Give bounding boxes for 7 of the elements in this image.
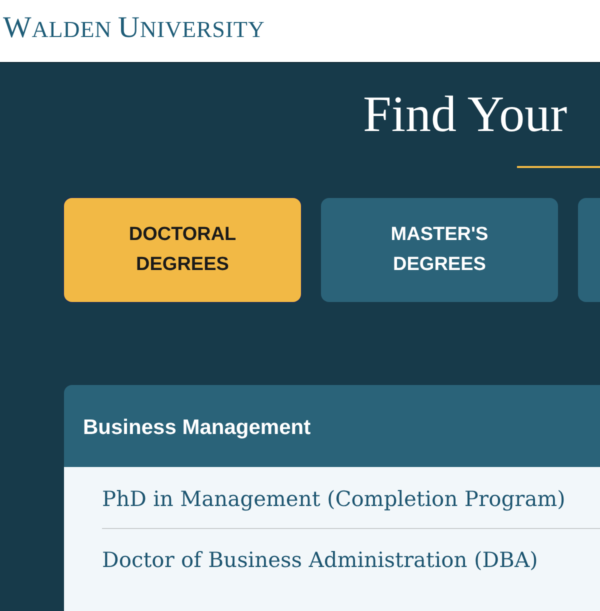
- university-logo[interactable]: WALDEN UNIVERSITY: [3, 13, 265, 45]
- panel-title: Business Management: [83, 416, 311, 440]
- program-link[interactable]: PhD in Management (Completion Program): [102, 486, 566, 512]
- program-link[interactable]: Doctor of Business Administration (DBA): [102, 548, 538, 573]
- degree-tab[interactable]: DOCTORAL DEGREES: [64, 198, 301, 302]
- degree-tab[interactable]: MASTER'S DEGREES: [321, 198, 558, 302]
- page-title: Find Your: [363, 90, 568, 141]
